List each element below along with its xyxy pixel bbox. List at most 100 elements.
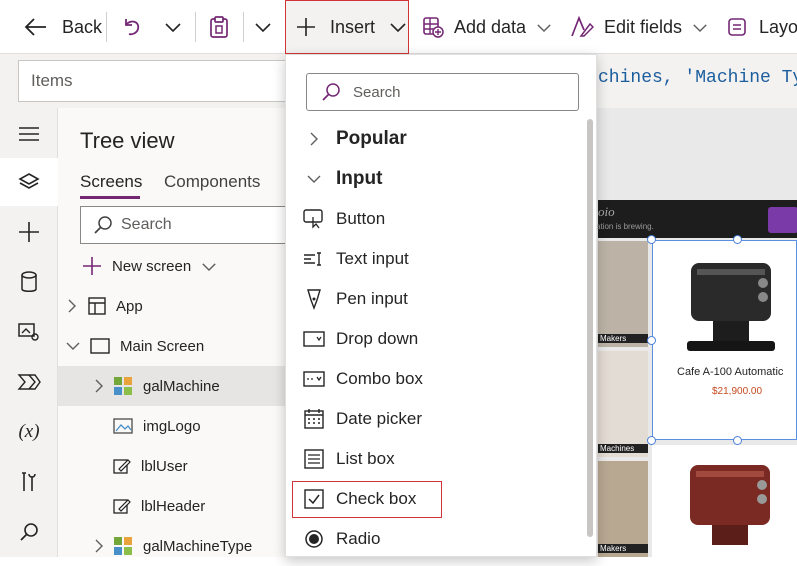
media-button[interactable]: [0, 308, 58, 356]
chevron-down-icon: [692, 22, 708, 33]
calendar-icon: [302, 409, 326, 429]
menu-item-button[interactable]: Button: [286, 199, 586, 239]
resize-handle[interactable]: [647, 336, 656, 345]
screen-icon: [90, 338, 110, 354]
category-thumb[interactable]: Makers: [598, 461, 648, 557]
power-automate-button[interactable]: [0, 358, 58, 406]
text-input-icon: [302, 251, 326, 267]
new-screen-button[interactable]: New screen: [82, 254, 217, 278]
edit-fields-button[interactable]: Edit fields: [570, 0, 708, 54]
header-logo: oio: [598, 204, 615, 219]
gallery-icon: [113, 376, 133, 396]
menu-item-drop-down[interactable]: Drop down: [286, 319, 586, 359]
menu-item-text-input[interactable]: Text input: [286, 239, 586, 279]
resize-handle[interactable]: [647, 235, 656, 244]
tree-node-lbluser[interactable]: lblUser: [58, 446, 285, 486]
undo-icon: [120, 15, 144, 39]
chevron-down-icon: [66, 342, 80, 351]
node-label: App: [116, 297, 143, 315]
menu-item-combo-box[interactable]: Combo box: [286, 359, 586, 399]
clipboard-icon: [208, 15, 230, 39]
resize-handle[interactable]: [733, 436, 742, 445]
menu-item-list-box[interactable]: List box: [286, 439, 586, 479]
resize-handle[interactable]: [733, 235, 742, 244]
tree-search-input[interactable]: Search: [80, 206, 290, 244]
search-rail-button[interactable]: [0, 508, 58, 556]
list-box-icon: [302, 449, 326, 469]
tab-screens[interactable]: Screens: [80, 172, 142, 192]
resize-handle[interactable]: [647, 436, 656, 445]
tree-node-imglogo[interactable]: imgLogo: [58, 406, 285, 446]
menu-item-pen-input[interactable]: Pen input: [286, 279, 586, 319]
variables-icon: (x): [18, 421, 40, 442]
tree-node-galmachine[interactable]: galMachine: [58, 366, 285, 406]
advanced-tools-button[interactable]: [0, 458, 58, 506]
chevron-down-icon: [164, 21, 182, 33]
category-thumb[interactable]: Machines: [598, 351, 648, 457]
insert-rail-button[interactable]: [0, 208, 58, 256]
variables-button[interactable]: (x): [0, 408, 58, 456]
pen-icon: [302, 288, 326, 310]
search-icon: [93, 215, 113, 235]
formula-input[interactable]: chines, 'Machine Ty: [598, 68, 797, 88]
chevron-right-icon: [93, 539, 105, 553]
layout-button[interactable]: Layo: [727, 0, 797, 54]
scrollbar[interactable]: [587, 119, 593, 537]
combo-box-icon: [302, 371, 326, 387]
app-icon: [88, 297, 106, 315]
menu-item-label: Radio: [336, 529, 381, 548]
paste-button[interactable]: [208, 0, 230, 54]
radio-icon: [302, 529, 326, 549]
tree-node-app[interactable]: App: [58, 286, 285, 326]
panel-title: Tree view: [80, 128, 175, 153]
data-button[interactable]: [0, 258, 58, 306]
plus-icon: [82, 256, 102, 276]
chevron-down-icon: [536, 22, 552, 33]
edit-fields-label: Edit fields: [604, 16, 683, 37]
insert-search-input[interactable]: Search: [306, 73, 579, 111]
menu-item-label: Date picker: [336, 409, 422, 428]
plus-icon: [18, 221, 40, 243]
dropdown-icon: [302, 331, 326, 347]
gallery-card[interactable]: [652, 445, 797, 557]
menu-item-label: Pen input: [336, 289, 408, 308]
property-name: Items: [31, 71, 73, 90]
edit-fields-icon: [570, 16, 594, 38]
paste-dropdown-button[interactable]: [254, 0, 272, 54]
node-label: imgLogo: [143, 417, 201, 435]
category-popular[interactable]: Popular: [286, 119, 586, 159]
left-rail: (x): [0, 108, 58, 557]
thumb-label: Makers: [598, 334, 648, 343]
plus-icon: [296, 17, 316, 37]
tree-node-galmachinetype[interactable]: galMachineType: [58, 526, 285, 566]
tree-node-main-screen[interactable]: Main Screen: [58, 326, 285, 366]
chevron-down-icon: [302, 175, 326, 184]
undo-dropdown-button[interactable]: [164, 0, 182, 54]
machine-image: [682, 451, 778, 557]
tree-node-lblheader[interactable]: lblHeader: [58, 486, 285, 526]
add-data-button[interactable]: Add data: [422, 0, 552, 54]
label-icon: [113, 497, 131, 515]
category-thumb[interactable]: Makers: [598, 241, 648, 347]
menu-item-label: List box: [336, 449, 395, 468]
tab-components[interactable]: Components: [164, 172, 260, 192]
undo-button[interactable]: [120, 0, 144, 54]
header-tagline: ation is brewing.: [596, 222, 654, 231]
chevron-down-icon: [201, 261, 217, 272]
chevron-down-icon: [254, 21, 272, 33]
insert-button[interactable]: Insert: [285, 0, 409, 54]
gallery-card-selected[interactable]: [652, 240, 797, 440]
menu-item-radio[interactable]: Radio: [286, 519, 586, 559]
back-button[interactable]: Back: [24, 0, 102, 54]
property-selector[interactable]: Items: [18, 60, 293, 102]
chevron-right-icon: [66, 299, 78, 313]
menu-item-date-picker[interactable]: Date picker: [286, 399, 586, 439]
arrow-left-icon: [24, 17, 48, 37]
tree-view-button[interactable]: [0, 158, 58, 206]
tree-view-panel: Tree view Screens Components Search New …: [58, 108, 290, 557]
layout-icon: [727, 17, 747, 37]
menu-button[interactable]: [0, 110, 58, 158]
category-input[interactable]: Input: [286, 159, 586, 199]
menu-item-label: Text input: [336, 249, 409, 268]
layout-label: Layo: [759, 16, 797, 37]
